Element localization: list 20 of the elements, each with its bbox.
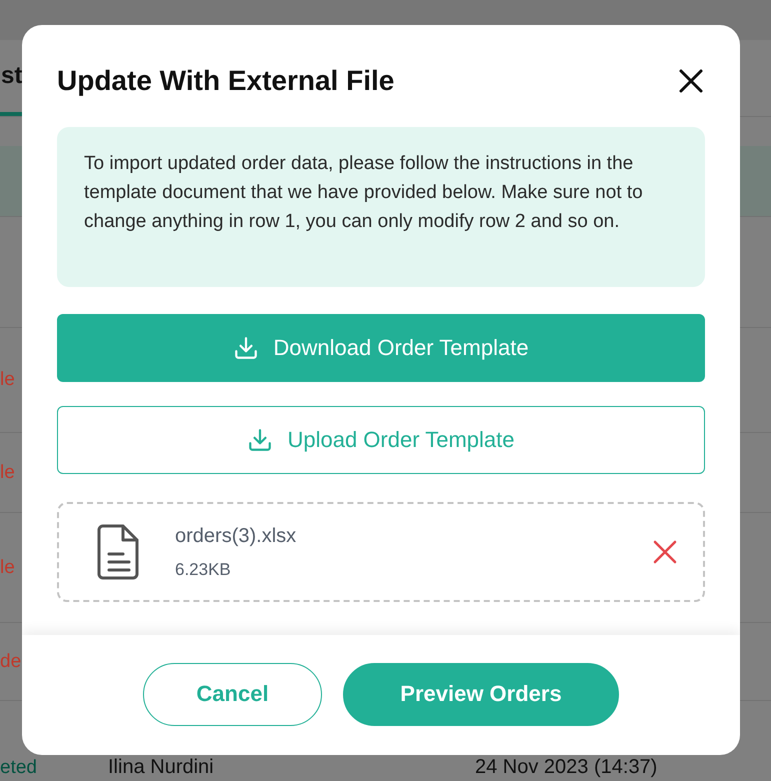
- close-button[interactable]: [677, 67, 705, 95]
- download-button[interactable]: Download Order Template: [57, 314, 705, 382]
- download-icon: [233, 335, 260, 361]
- status-text: le: [0, 556, 16, 578]
- preview-button[interactable]: Preview Orders: [343, 662, 619, 726]
- status-text: le: [0, 369, 16, 391]
- status-text: le: [0, 462, 16, 484]
- file-size: 6.23KB: [175, 560, 232, 580]
- dialog-title: Update With External File: [57, 65, 394, 97]
- file-name: orders(3).xlsx: [175, 524, 298, 548]
- remove-icon[interactable]: [653, 540, 677, 564]
- info-text: To import updated order data, please follow the instructions in the template document that we have provided below. Make sure not to change anything in row 1, you can only modify row 2 and so on.: [57, 127, 705, 287]
- table-cell: 24 Nov 2023 (14:37): [475, 756, 658, 779]
- download-icon: [247, 427, 274, 453]
- status-text: eted: [0, 757, 38, 779]
- table-cell-text: Ilina Nurdini: [108, 756, 215, 779]
- upload-button[interactable]: Upload Order Template: [57, 406, 705, 474]
- status-text: de: [0, 650, 22, 672]
- cancel-button[interactable]: Cancel: [143, 662, 322, 726]
- close-icon: [677, 67, 705, 95]
